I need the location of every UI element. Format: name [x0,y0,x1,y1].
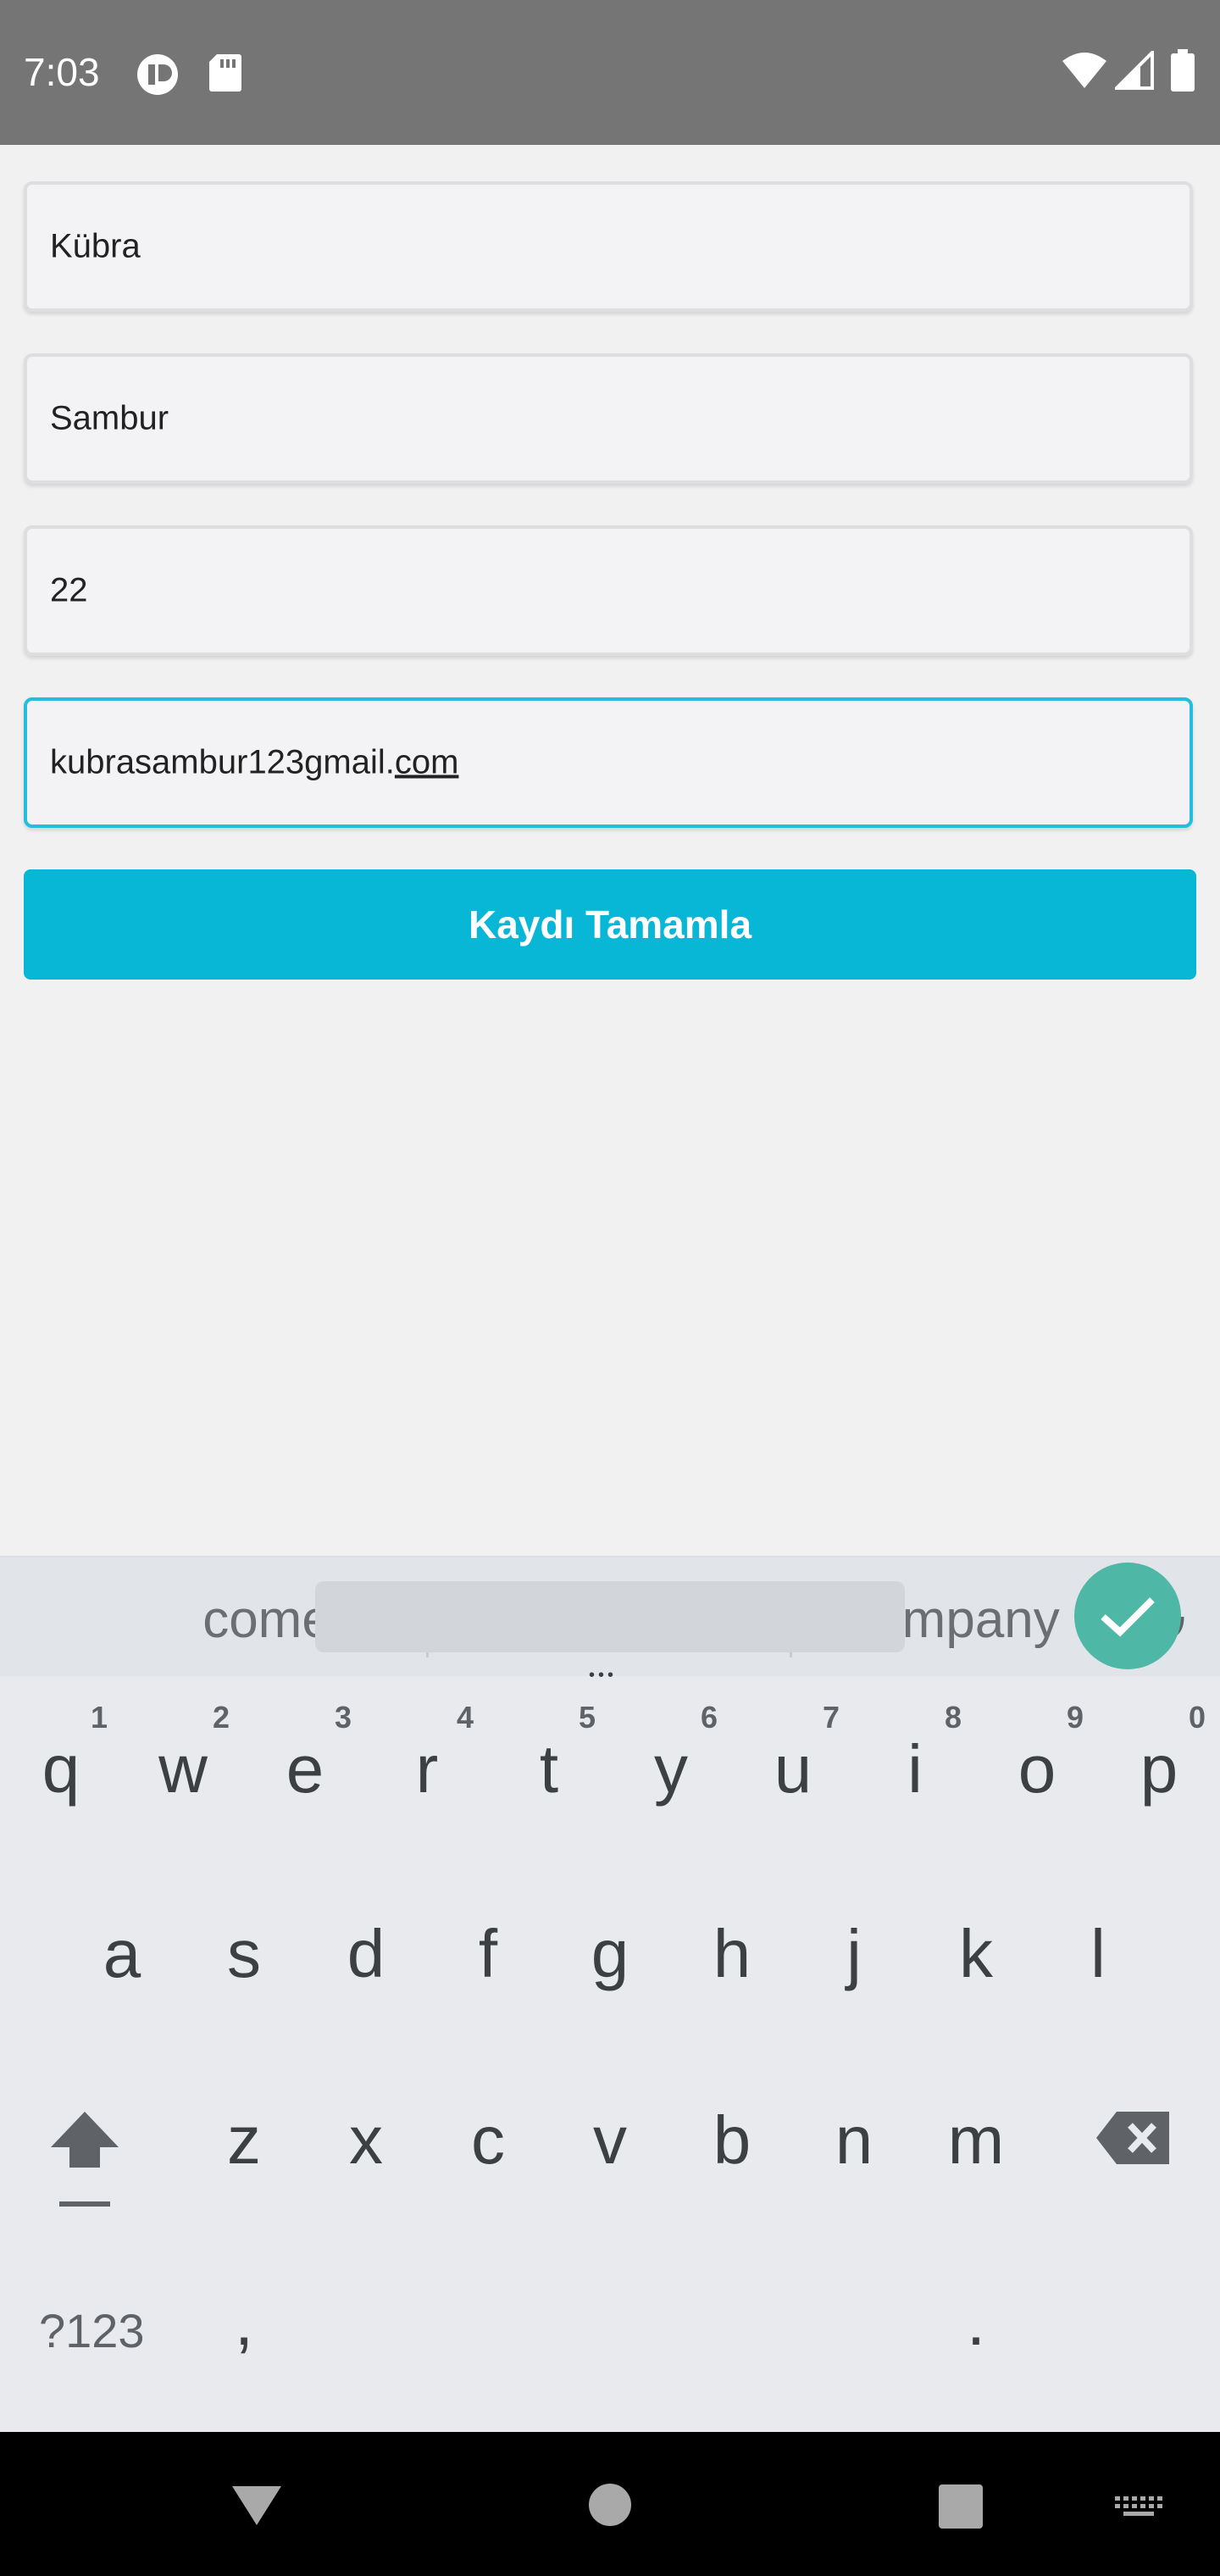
soft-keyboard: come com ••• company [0,1556,1220,2432]
key-q[interactable]: q [10,1735,112,1803]
key-t[interactable]: t [498,1735,600,1803]
key-e[interactable]: e [254,1735,356,1803]
key-hint: 1 [91,1700,108,1735]
key-b[interactable]: b [681,2107,783,2174]
status-time: 7:03 [24,50,100,94]
home-icon[interactable] [588,2483,632,2527]
key-j[interactable]: j [803,1920,905,1988]
last-name-field[interactable]: Sambur [24,353,1193,484]
key-h[interactable]: h [681,1920,783,1988]
email-composing-suffix: com [394,743,459,781]
key-v[interactable]: v [559,2107,661,2174]
key-hint: 5 [579,1700,596,1735]
first-name-field[interactable]: Kübra [24,181,1193,312]
key-l[interactable]: l [1047,1920,1149,1988]
done-key[interactable] [1074,1563,1181,1669]
first-name-value: Kübra [50,227,141,265]
sd-card-icon [209,54,241,92]
key-w[interactable]: w [132,1735,234,1803]
backspace-icon[interactable] [1095,2110,1173,2166]
key-o[interactable]: o [986,1735,1088,1803]
key-y[interactable]: y [620,1735,722,1803]
age-value: 22 [50,571,88,609]
space-key[interactable] [315,1581,905,1652]
key-hint: 7 [823,1700,840,1735]
signal-icon [1115,51,1154,90]
key-period[interactable]: . [925,2288,1027,2356]
key-u[interactable]: u [742,1735,844,1803]
key-hint: 9 [1067,1700,1084,1735]
key-d[interactable]: d [315,1920,417,1988]
key-r[interactable]: r [376,1735,478,1803]
key-z[interactable]: z [193,2107,295,2174]
more-suggestions-dots[interactable]: ••• [589,1666,617,1685]
battery-icon [1171,49,1195,92]
recents-icon[interactable] [939,2484,983,2529]
key-hint: 4 [457,1700,474,1735]
key-p[interactable]: p [1108,1735,1210,1803]
key-hint: 2 [213,1700,230,1735]
back-icon[interactable] [230,2484,283,2527]
key-hint: 8 [945,1700,962,1735]
last-name-value: Sambur [50,399,169,437]
key-hint: 6 [701,1700,718,1735]
keyboard-switch-icon[interactable] [1115,2496,1162,2522]
age-field[interactable]: 22 [24,525,1193,656]
app-notification-icon [137,54,178,95]
key-i[interactable]: i [864,1735,966,1803]
complete-registration-button[interactable]: Kaydı Tamamla [24,869,1196,980]
key-c[interactable]: c [437,2107,539,2174]
email-prefix: kubrasambur123gmail. [50,743,395,781]
key-n[interactable]: n [803,2107,905,2174]
navigation-bar [0,2432,1220,2576]
key-x[interactable]: x [315,2107,417,2174]
key-g[interactable]: g [559,1920,661,1988]
key-k[interactable]: k [925,1920,1027,1988]
key-f[interactable]: f [437,1920,539,1988]
key-hint: 0 [1189,1700,1206,1735]
key-comma[interactable]: , [193,2288,295,2356]
symbols-key[interactable]: ?123 [39,2303,145,2358]
key-a[interactable]: a [71,1920,173,1988]
status-bar: 7:03 [0,0,1220,145]
email-field[interactable]: kubrasambur123gmail.com [24,697,1193,828]
shift-icon[interactable] [47,2108,122,2210]
email-value: kubrasambur123gmail.com [50,744,458,782]
wifi-icon [1062,53,1106,88]
key-m[interactable]: m [925,2107,1027,2174]
key-s[interactable]: s [193,1920,295,1988]
key-hint: 3 [335,1700,352,1735]
checkmark-icon [1101,1597,1155,1637]
